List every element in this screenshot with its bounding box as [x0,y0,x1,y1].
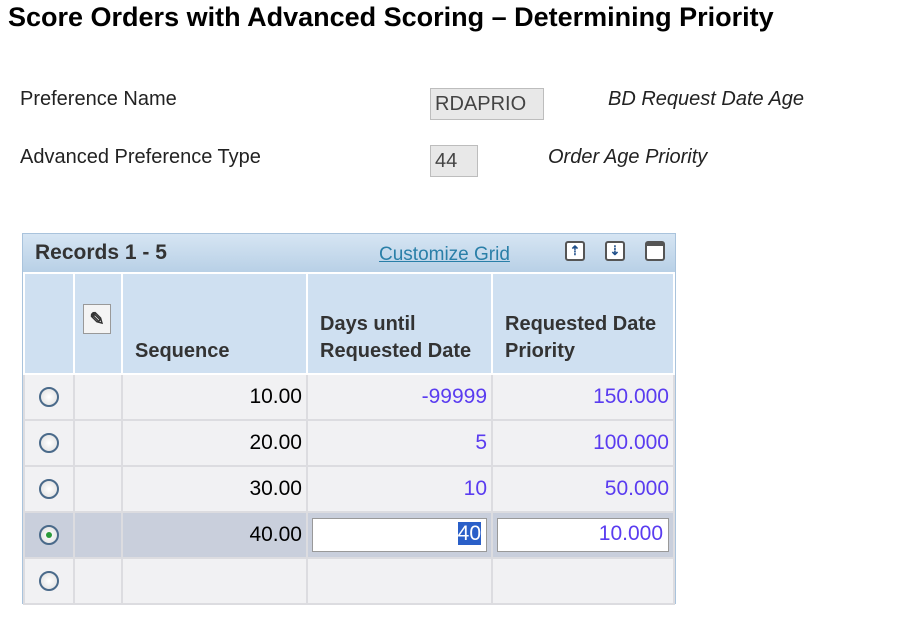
priority-input[interactable]: 10.000 [497,518,669,552]
priority-cell[interactable] [491,557,675,605]
sequence-cell [121,557,308,605]
table-row: 30.00 10 50.000 [23,465,675,513]
row-select-radio[interactable] [39,387,59,407]
days-cell[interactable]: 10 [306,465,493,513]
priority-cell[interactable]: 150.000 [491,373,675,421]
days-header: Days until Requested Date [306,272,493,375]
customize-grid-link[interactable]: Customize Grid [379,244,510,266]
preference-name-label: Preference Name [20,88,177,110]
sequence-header: Sequence [121,272,308,375]
page-title: Score Orders with Advanced Scoring – Det… [8,2,774,32]
table-row: 20.00 5 100.000 [23,419,675,467]
grid-header-bar: Records 1 - 5 Customize Grid ⇡ ⇣ [23,234,675,272]
days-cell[interactable]: 5 [306,419,493,467]
table-row: 10.00 -99999 150.000 [23,373,675,421]
advanced-preference-type-field: 44 [430,145,478,177]
table-row-selected: 40.00 40 10.000 [23,511,675,559]
download-icon[interactable]: ⇣ [605,241,625,261]
priority-header: Requested Date Priority [491,272,675,375]
records-grid: Records 1 - 5 Customize Grid ⇡ ⇣ ✎ Seque… [22,233,676,605]
advanced-preference-type-label: Advanced Preference Type [20,146,261,168]
grid-title: Records 1 - 5 [35,241,167,264]
sequence-cell: 30.00 [121,465,308,513]
sequence-cell: 20.00 [121,419,308,467]
sequence-cell: 40.00 [121,511,308,559]
preference-name-description: BD Request Date Age [608,88,805,110]
attachment-icon[interactable]: ✎ [83,304,111,334]
sequence-cell: 10.00 [121,373,308,421]
attachment-column-header: ✎ [73,272,123,375]
column-headers: ✎ Sequence Days until Requested Date Req… [23,272,675,375]
table-row [23,557,675,605]
select-column-header [23,272,75,375]
row-select-radio[interactable] [39,479,59,499]
records-table: ✎ Sequence Days until Requested Date Req… [23,272,675,605]
export-icon[interactable]: ⇡ [565,241,585,261]
days-cell[interactable] [306,557,493,605]
row-select-radio[interactable] [39,525,59,545]
preference-name-field: RDAPRIO [430,88,544,120]
row-select-radio[interactable] [39,433,59,453]
advanced-preference-type-description: Order Age Priority [548,146,708,168]
days-input[interactable]: 40 [312,518,487,552]
priority-cell[interactable]: 100.000 [491,419,675,467]
days-cell[interactable]: -99999 [306,373,493,421]
maximize-icon[interactable] [645,241,665,261]
row-select-radio[interactable] [39,571,59,591]
priority-cell[interactable]: 50.000 [491,465,675,513]
